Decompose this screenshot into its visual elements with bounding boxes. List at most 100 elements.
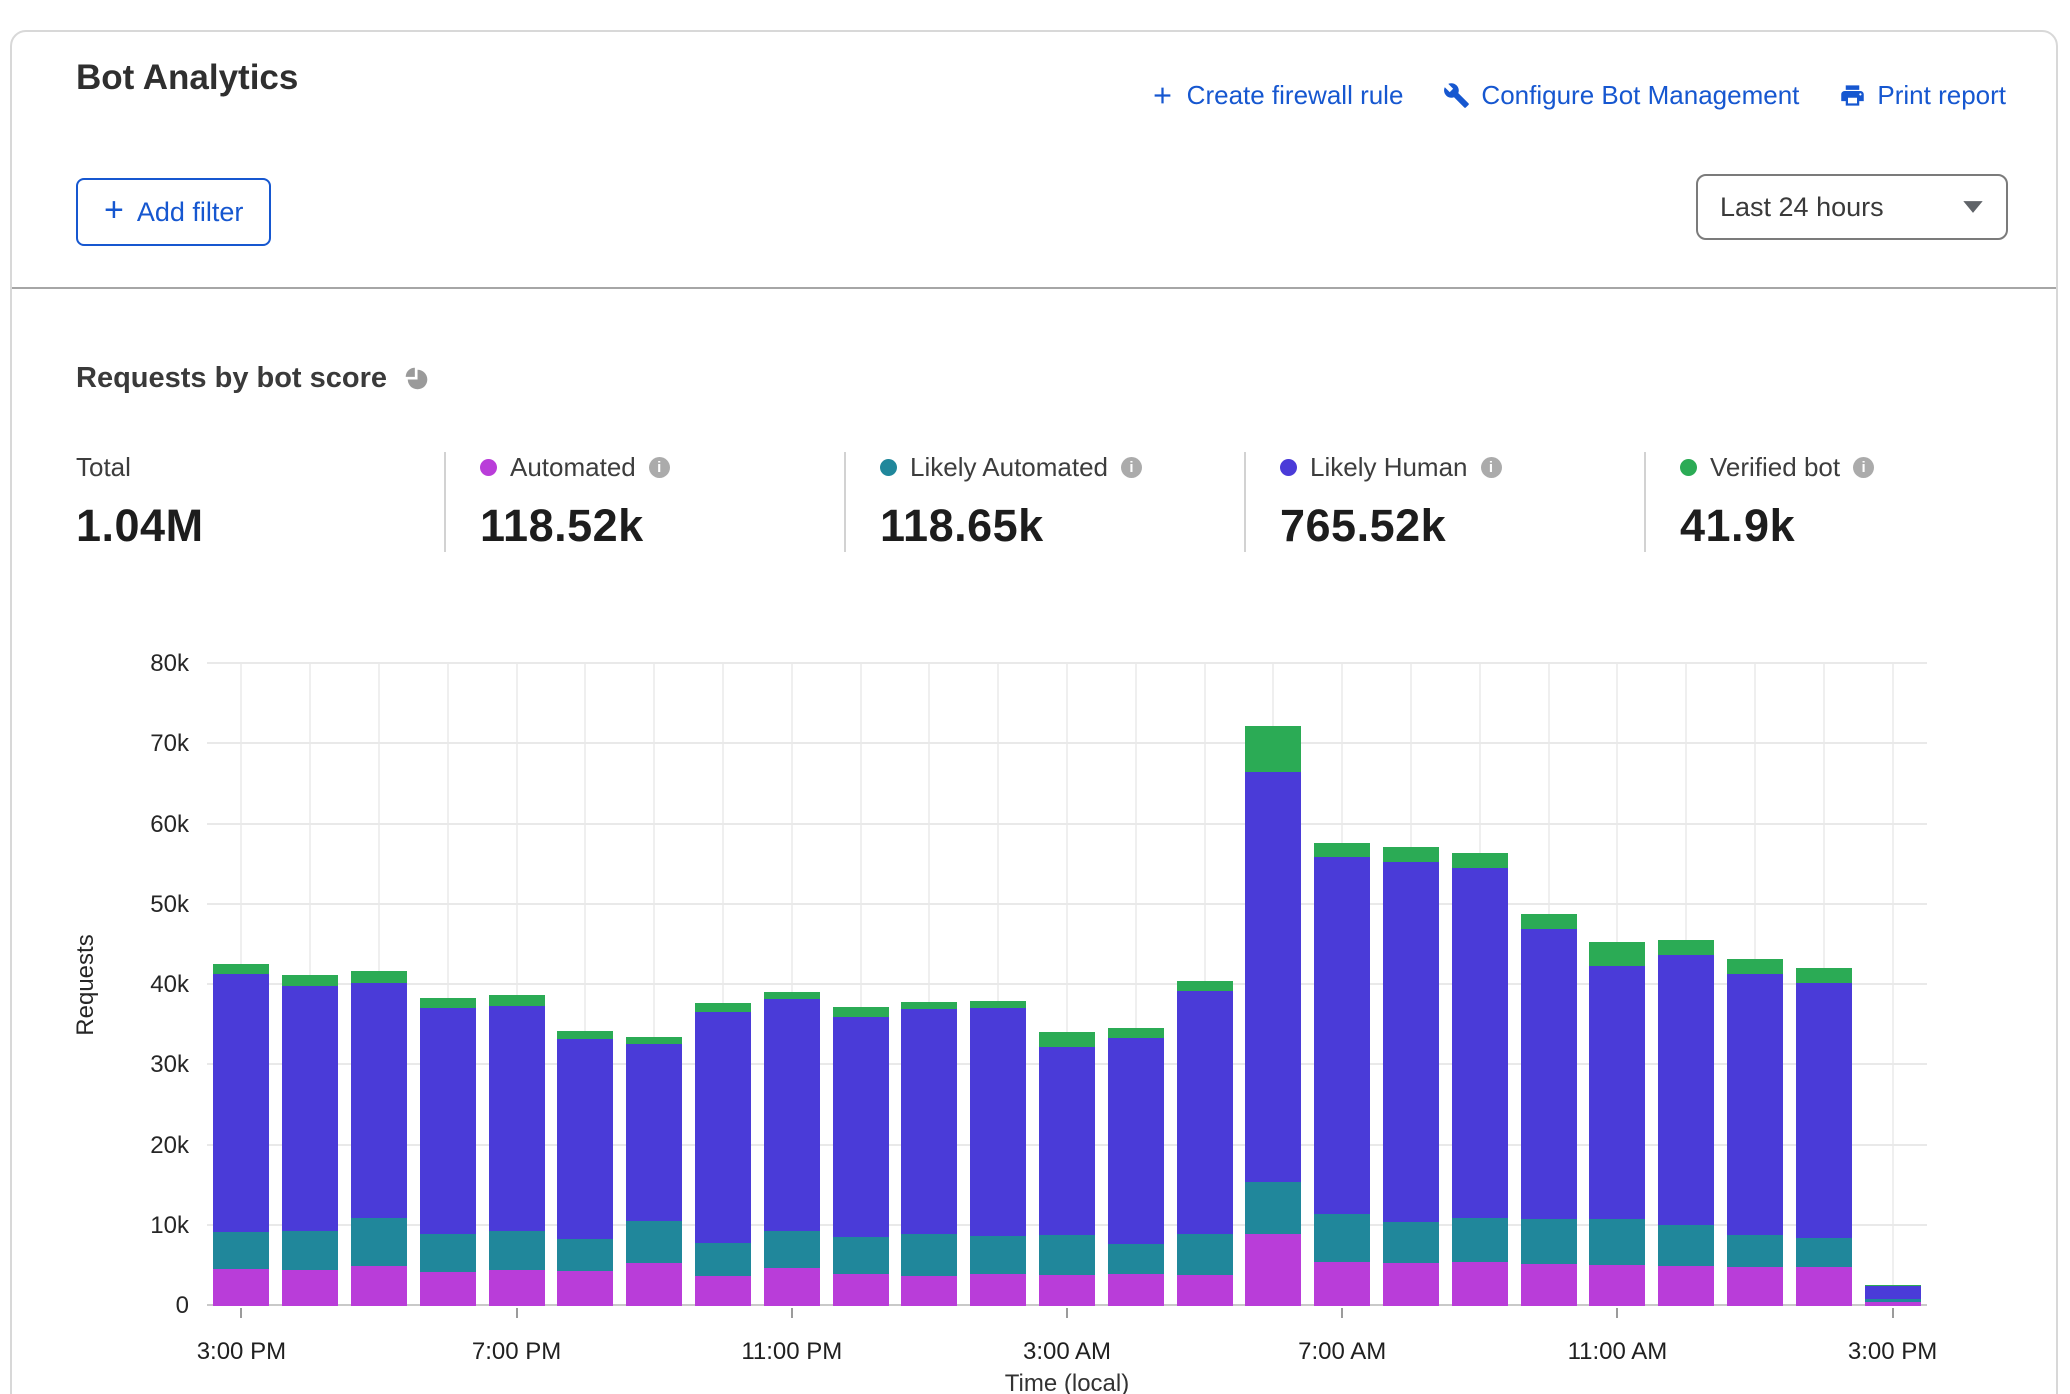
- stat-label: Likely Human: [1310, 452, 1468, 483]
- bar-segment-verified-bot: [1383, 847, 1439, 862]
- bar-segment-likely-human: [1865, 1286, 1921, 1299]
- legend-dot-likely-human: [1280, 459, 1297, 476]
- bar-segment-likely-human: [1589, 966, 1645, 1219]
- x-tick-mark: [1066, 1308, 1068, 1318]
- bar-segment-verified-bot: [282, 975, 338, 985]
- bar-segment-automated: [1452, 1262, 1508, 1306]
- x-tick-mark: [1616, 1308, 1618, 1318]
- chevron-down-icon: [1962, 200, 1984, 214]
- stat-label: Verified bot: [1710, 452, 1840, 483]
- x-axis-title: Time (local): [1005, 1370, 1129, 1394]
- bar-segment-automated: [489, 1270, 545, 1306]
- bar-segment-verified-bot: [420, 998, 476, 1008]
- bar-segment-automated: [1177, 1275, 1233, 1306]
- x-tick-label: 7:00 AM: [1232, 1338, 1452, 1366]
- link-label: Configure Bot Management: [1481, 80, 1799, 111]
- stat-total: Total1.04M: [76, 452, 444, 552]
- bar-segment-automated: [1727, 1267, 1783, 1306]
- bar-segment-likely-human: [1177, 991, 1233, 1233]
- stat-value: 765.52k: [1280, 500, 1644, 552]
- bar-segment-likely-automated: [1245, 1182, 1301, 1234]
- print-report-link[interactable]: Print report: [1839, 80, 2006, 111]
- bar-segment-verified-bot: [1245, 726, 1301, 773]
- link-label: Print report: [1877, 80, 2006, 111]
- bar-segment-automated: [1589, 1265, 1645, 1306]
- analytics-card: Bot Analytics Create firewall rule Confi…: [10, 30, 2058, 1394]
- link-label: Create firewall rule: [1187, 80, 1404, 111]
- y-tick-label: 10k: [129, 1212, 189, 1240]
- bar-segment-likely-human: [351, 983, 407, 1218]
- stat-likely-automated: Likely Automatedi118.65k: [844, 452, 1244, 552]
- printer-icon: [1839, 82, 1866, 109]
- stat-label-row: Automated i: [480, 452, 844, 482]
- stat-label: Automated: [510, 452, 636, 483]
- bar-segment-likely-automated: [1727, 1235, 1783, 1267]
- bar-segment-automated: [1521, 1264, 1577, 1306]
- bar-segment-verified-bot: [695, 1003, 751, 1012]
- bar-segment-likely-automated: [420, 1234, 476, 1272]
- info-icon[interactable]: i: [1481, 457, 1502, 478]
- bar-segment-automated: [970, 1274, 1026, 1306]
- bar-segment-likely-automated: [1383, 1222, 1439, 1264]
- bar-segment-likely-automated: [1796, 1238, 1852, 1268]
- bar-segment-likely-human: [557, 1039, 613, 1240]
- gridline-horizontal: [207, 662, 1927, 664]
- bar-segment-likely-human: [1039, 1047, 1095, 1235]
- y-tick-label: 80k: [129, 650, 189, 678]
- configure-bot-management-link[interactable]: Configure Bot Management: [1443, 80, 1799, 111]
- bar-segment-likely-human: [1108, 1038, 1164, 1244]
- bar-segment-verified-bot: [626, 1037, 682, 1044]
- x-tick-label: 3:00 PM: [1783, 1338, 2003, 1366]
- bar-segment-verified-bot: [901, 1002, 957, 1009]
- info-icon[interactable]: i: [1853, 457, 1874, 478]
- bar-segment-automated: [557, 1271, 613, 1306]
- stat-label-row: Likely Automated i: [880, 452, 1244, 482]
- bar-segment-likely-human: [1452, 868, 1508, 1218]
- bar-segment-verified-bot: [489, 995, 545, 1005]
- plot-area[interactable]: 010k20k30k40k50k60k70k80k3:00 PM7:00 PM1…: [207, 664, 1927, 1306]
- bar-segment-verified-bot: [970, 1001, 1026, 1008]
- x-tick-mark: [1341, 1308, 1343, 1318]
- bar-segment-automated: [901, 1276, 957, 1306]
- bar-segment-likely-automated: [1177, 1234, 1233, 1275]
- x-tick-label: 3:00 PM: [131, 1338, 351, 1366]
- legend-dot-automated: [480, 459, 497, 476]
- y-tick-label: 50k: [129, 891, 189, 919]
- x-tick-label: 11:00 AM: [1507, 1338, 1727, 1366]
- bar-segment-automated: [1383, 1263, 1439, 1306]
- stat-label: Likely Automated: [910, 452, 1108, 483]
- stat-likely-human: Likely Human i 765.52k: [1244, 452, 1644, 552]
- bar-segment-likely-human: [282, 986, 338, 1232]
- stat-label-row: Likely Human i: [1280, 452, 1644, 482]
- bar-segment-likely-automated: [695, 1243, 751, 1277]
- bar-segment-likely-human: [901, 1009, 957, 1234]
- bar-segment-automated: [351, 1266, 407, 1306]
- time-range-select[interactable]: Last 24 hours: [1696, 174, 2008, 240]
- bar-segment-verified-bot: [1177, 981, 1233, 991]
- y-axis-title: Requests: [72, 934, 100, 1035]
- stat-label-row: Total: [76, 452, 444, 482]
- header-actions: Create firewall rule Configure Bot Manag…: [1149, 80, 2006, 111]
- add-filter-button[interactable]: + Add filter: [76, 178, 271, 246]
- plus-icon: +: [104, 193, 124, 227]
- create-firewall-rule-link[interactable]: Create firewall rule: [1149, 80, 1404, 111]
- x-tick-mark: [516, 1308, 518, 1318]
- bar-segment-verified-bot: [1865, 1285, 1921, 1286]
- plus-icon: [1149, 82, 1176, 109]
- time-range-value: Last 24 hours: [1720, 192, 1884, 223]
- bar-segment-likely-human: [695, 1012, 751, 1242]
- bar-segment-likely-automated: [833, 1237, 889, 1274]
- bar-segment-likely-human: [1796, 983, 1852, 1237]
- y-tick-label: 0: [129, 1292, 189, 1320]
- bar-segment-automated: [213, 1269, 269, 1306]
- bar-segment-automated: [282, 1270, 338, 1306]
- bar-segment-automated: [764, 1268, 820, 1306]
- info-icon[interactable]: i: [1121, 457, 1142, 478]
- info-icon[interactable]: i: [649, 457, 670, 478]
- bot-analytics-screen: Bot Analytics Create firewall rule Confi…: [0, 0, 2070, 1394]
- bar-segment-verified-bot: [833, 1007, 889, 1017]
- bar-segment-likely-automated: [1589, 1219, 1645, 1266]
- bar-segment-likely-human: [970, 1008, 1026, 1236]
- x-tick-mark: [240, 1308, 242, 1318]
- bar-segment-verified-bot: [1108, 1028, 1164, 1038]
